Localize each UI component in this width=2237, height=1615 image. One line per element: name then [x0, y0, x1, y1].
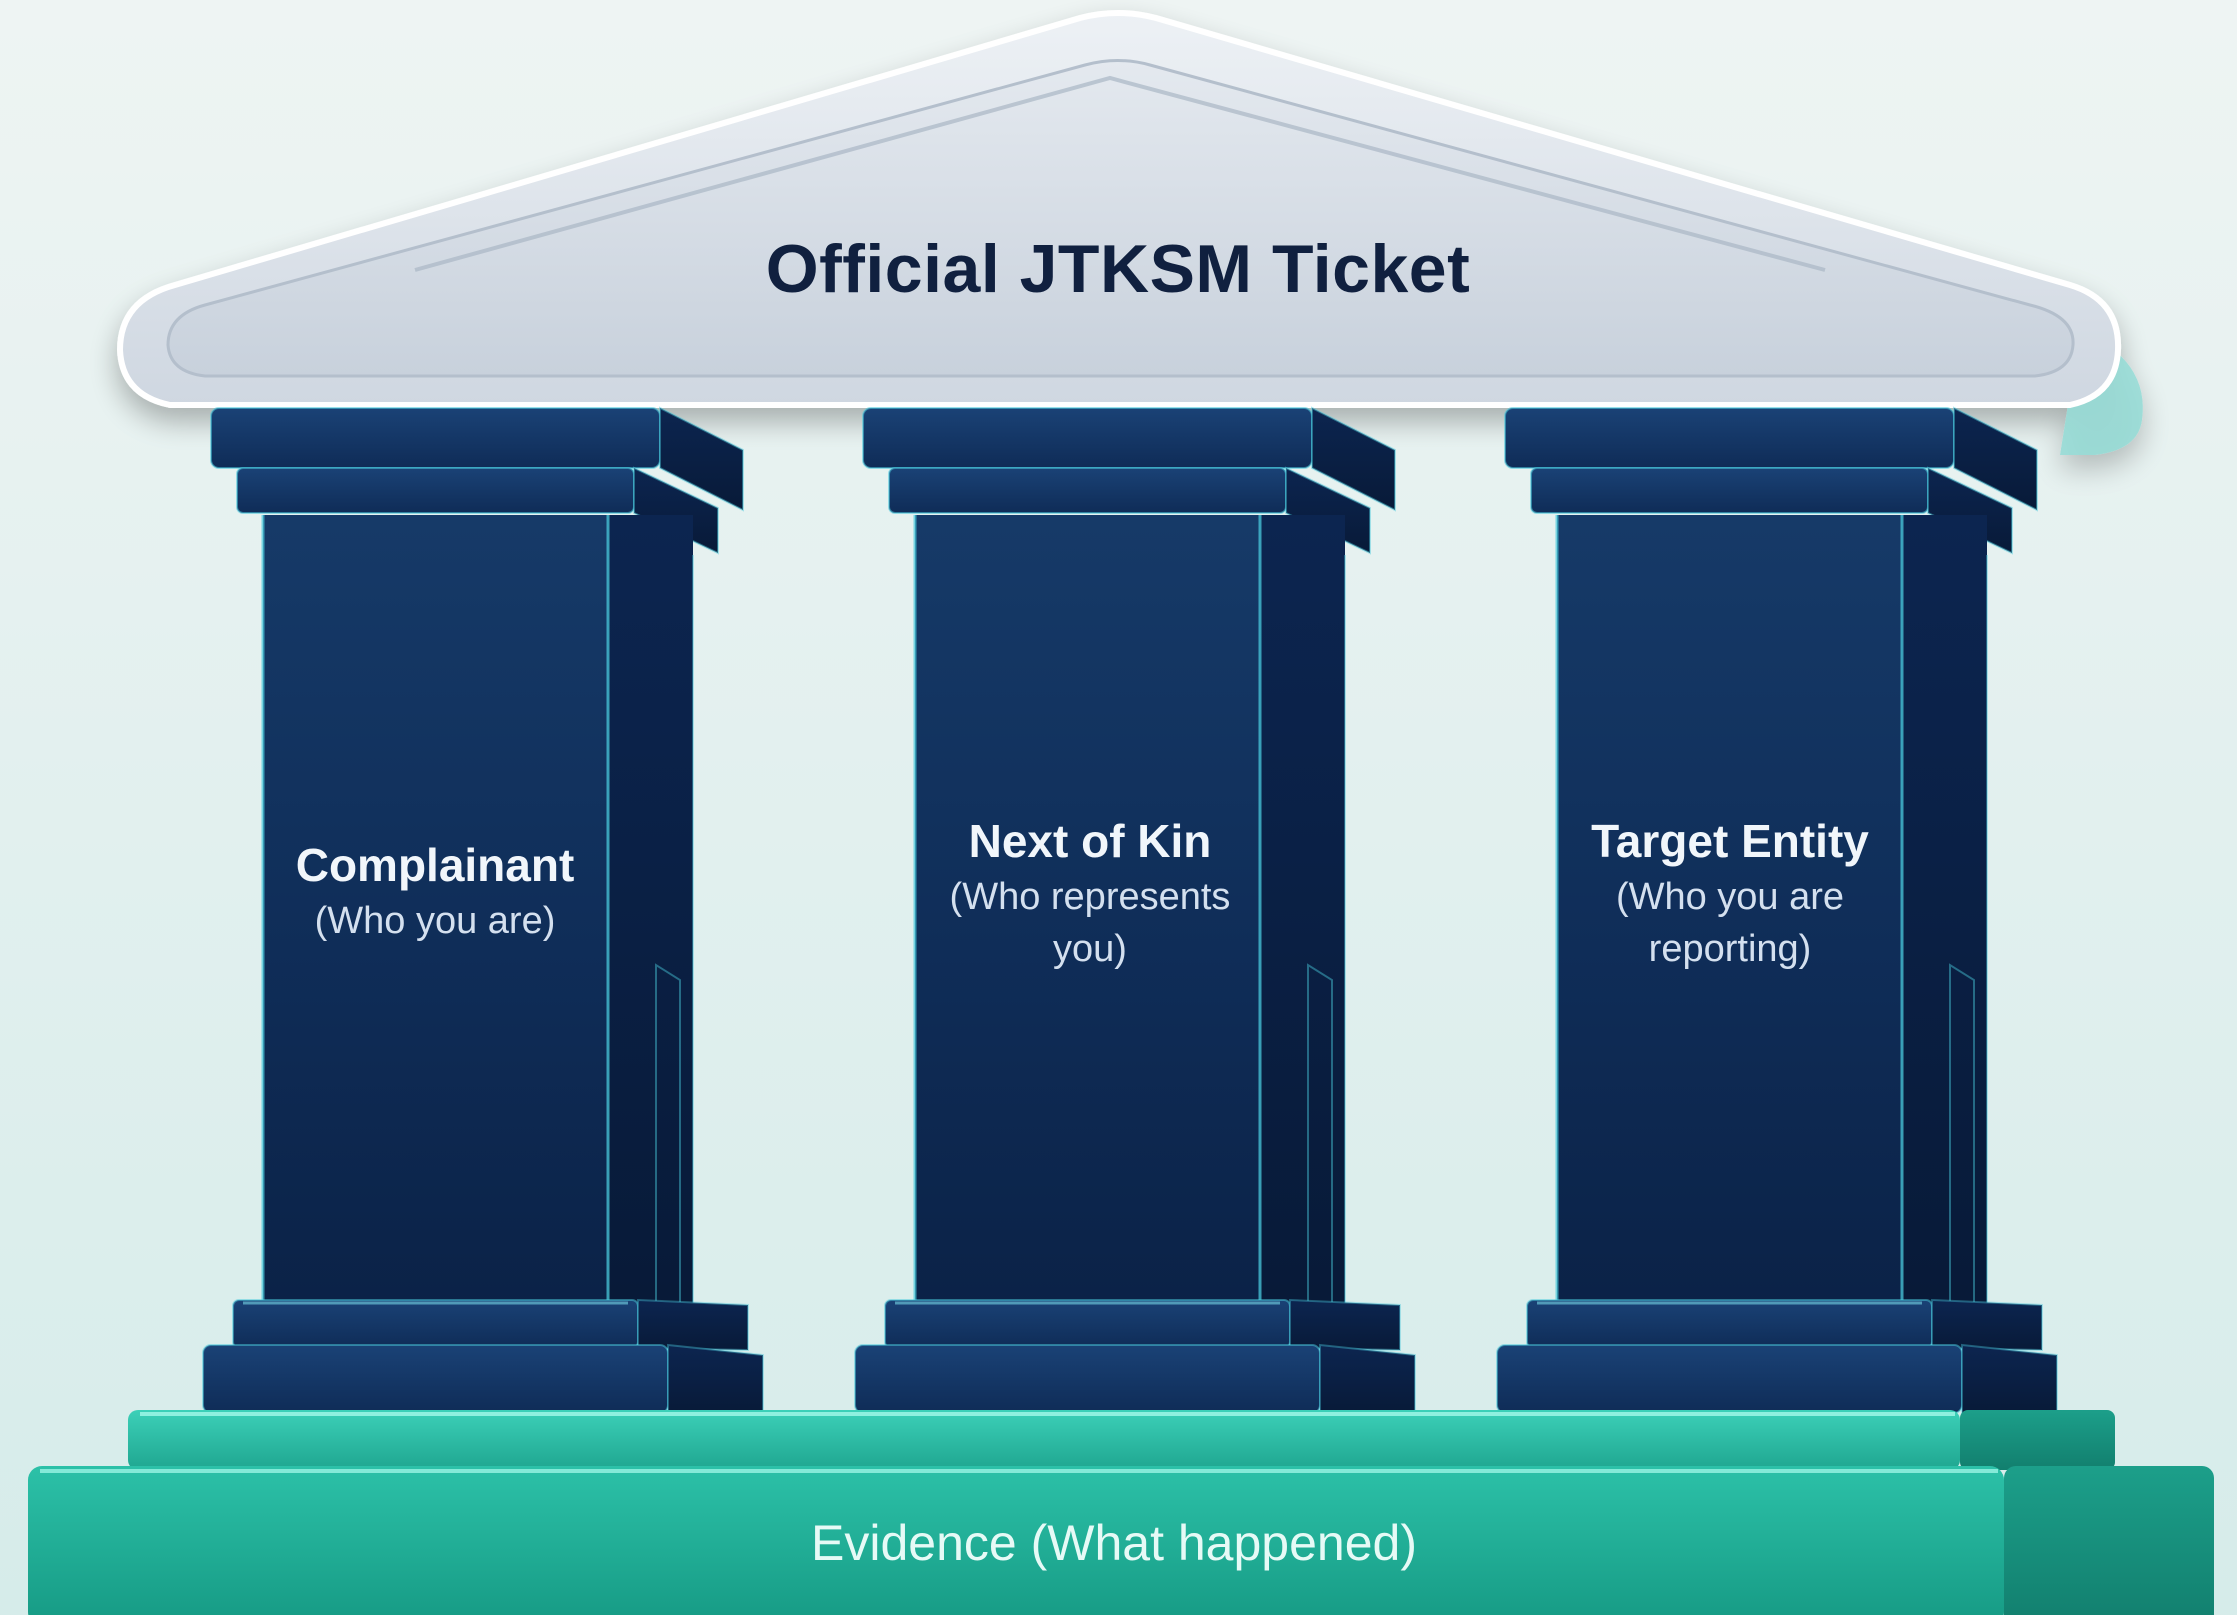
roof-title: Official JTKSM Ticket — [765, 231, 1471, 307]
pillar-next-of-kin-subtitle-line2: you) — [1053, 928, 1127, 970]
pillar-target-entity-subtitle-line1: (Who you are — [1615, 876, 1845, 918]
pillar-complainant-title: Complainant — [295, 839, 575, 891]
pillar-target-entity-text: Target Entity (Who you are reporting) — [1565, 811, 1895, 975]
pillar-complainant-subtitle: (Who you are) — [314, 900, 556, 942]
pillar-next-of-kin-title: Next of Kin — [968, 815, 1212, 867]
foundation-label: Evidence (What happened) — [811, 1515, 1417, 1571]
pillar-next-of-kin-subtitle-line1: (Who represents — [949, 876, 1231, 918]
pillar-next-of-kin-text: Next of Kin (Who represents you) — [925, 811, 1255, 975]
pillar-target-entity-title: Target Entity — [1591, 815, 1869, 867]
pillar-target-entity-subtitle-line2: reporting) — [1648, 928, 1812, 970]
upper-step — [128, 1410, 1960, 1470]
pillar-complainant-text: Complainant (Who you are) — [285, 835, 585, 947]
